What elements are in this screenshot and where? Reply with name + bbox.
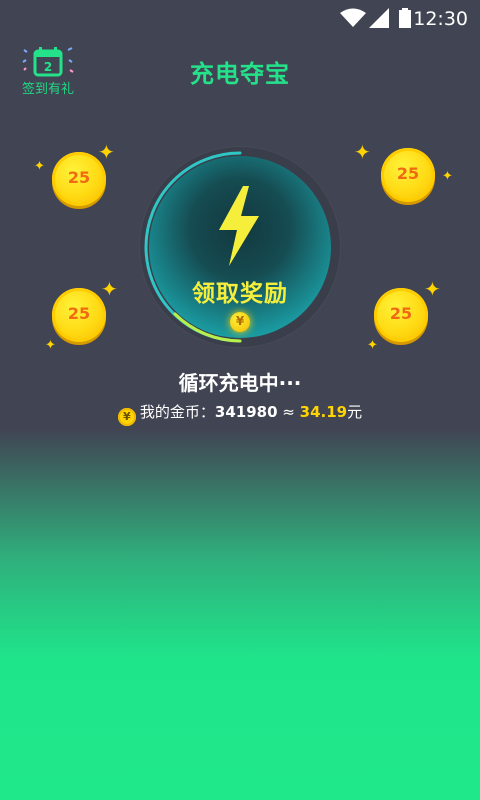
mini-coin-icon: ¥	[230, 312, 250, 332]
mini-coin-symbol: ¥	[235, 314, 245, 328]
coin-bottom-right[interactable]: 25	[374, 288, 428, 342]
coin-value: 25	[67, 168, 91, 187]
money-unit: 元	[347, 403, 363, 421]
page-title: 充电夺宝	[190, 60, 290, 88]
status-bar: 12:30	[0, 0, 480, 36]
signal-icon	[369, 8, 389, 28]
sparkle-icon: ✦	[367, 338, 378, 353]
status-time: 12:30	[413, 8, 468, 30]
coin-icon: ¥	[117, 408, 136, 426]
coin-value: 25	[67, 304, 91, 323]
coin-bottom-left[interactable]: 25	[52, 288, 106, 342]
sparkle-icon: ✦	[98, 140, 115, 164]
coin-balance: ¥ 我的金币：341980 ≈ 34.19元	[0, 401, 480, 426]
sparkle-icon: ✦	[34, 159, 45, 174]
charger-dial: 领取奖励 ¥	[139, 146, 341, 348]
sparkle-icon: ✦	[424, 277, 441, 301]
coin-value: 25	[389, 304, 413, 323]
lightning-bolt-icon	[219, 186, 259, 266]
wifi-icon	[340, 8, 366, 27]
claim-reward-label: 领取奖励	[192, 281, 288, 307]
charging-status: 循环充电中···	[178, 371, 302, 395]
balance-money: 34.19	[299, 403, 348, 421]
sparkle-icon: ✦	[45, 338, 56, 353]
sparkle-icon: ✦	[354, 140, 371, 164]
approx-symbol: ≈	[282, 403, 295, 421]
battery-icon	[399, 8, 411, 28]
balance-coins: 341980	[214, 403, 278, 421]
coin-top-right[interactable]: 25	[381, 148, 435, 202]
coin-value: 25	[396, 164, 420, 183]
balance-label: 我的金币：	[139, 403, 215, 421]
sparkle-icon: ✦	[101, 277, 118, 301]
sparkle-icon: ✦	[442, 169, 453, 184]
